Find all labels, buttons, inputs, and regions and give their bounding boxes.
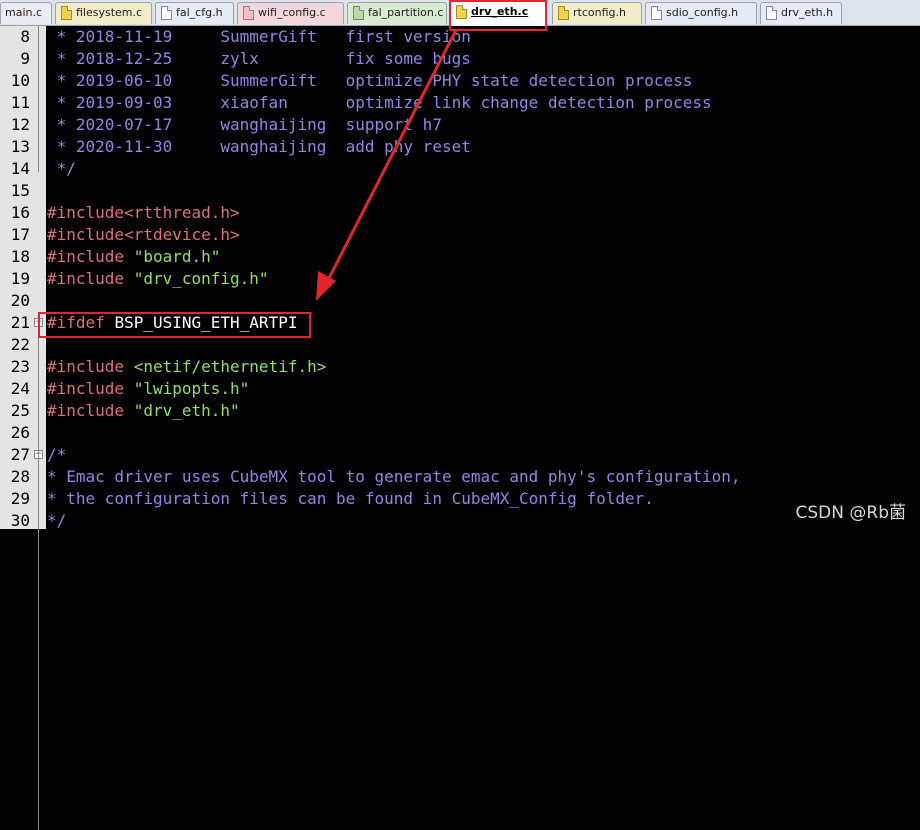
line-number: 21 xyxy=(10,313,30,332)
code-token: #include xyxy=(47,401,134,420)
tab-rtconfig-h[interactable]: rtconfig.h xyxy=(552,2,642,24)
code-line: * 2019-09-03 xiaofan optimize link chang… xyxy=(47,92,712,114)
code-token: #include xyxy=(47,357,134,376)
file-icon xyxy=(558,6,569,20)
code-line: #include "board.h" xyxy=(47,246,220,268)
tab-drv-eth-h[interactable]: drv_eth.h xyxy=(760,2,842,24)
line-number: 26 xyxy=(10,423,30,442)
code-token: "lwipopts.h" xyxy=(133,379,250,398)
line-number: 22 xyxy=(10,335,30,354)
code-token: #include xyxy=(47,247,134,266)
code-token: BSP_USING_ETH_ARTPI xyxy=(114,313,298,332)
code-token: "drv_eth.h" xyxy=(133,401,240,420)
code-line: #ifdef BSP_USING_ETH_ARTPI xyxy=(47,312,297,334)
tab-fal-cfg-h[interactable]: fal_cfg.h xyxy=(155,2,234,24)
file-icon xyxy=(161,6,172,20)
code-token: * 2019-06-10 SummerGift optimize PHY sta… xyxy=(47,71,693,90)
code-line: * 2020-11-30 wanghaijing add phy reset xyxy=(47,136,471,158)
line-number: 17 xyxy=(10,225,30,244)
tab-label: filesystem.c xyxy=(76,6,143,19)
file-icon xyxy=(456,5,467,19)
line-number: 13 xyxy=(10,137,30,156)
code-token: * the configuration files can be found i… xyxy=(47,489,654,508)
code-line: #include "drv_eth.h" xyxy=(47,400,240,422)
tab-sdio-config-h[interactable]: sdio_config.h xyxy=(645,2,757,24)
code-token: */ xyxy=(47,511,67,530)
tab-filesystem-c[interactable]: filesystem.c xyxy=(55,2,152,24)
code-token: "board.h" xyxy=(133,247,221,266)
code-line: * the configuration files can be found i… xyxy=(47,488,654,510)
file-icon xyxy=(353,6,364,20)
code-token: * Emac driver uses CubeMX tool to genera… xyxy=(47,467,741,486)
tab-label: fal_partition.c xyxy=(368,6,444,19)
code-token: #include<rtdevice.h> xyxy=(47,225,240,244)
line-number-gutter: 8 9 10 11 12 13 14 15 16 17 18 19 20 21 22 23 24 25 26 27 28… xyxy=(0,26,46,830)
line-number: 12 xyxy=(10,115,30,134)
code-line: */ xyxy=(47,158,76,180)
file-icon xyxy=(651,6,662,20)
line-number: 10 xyxy=(10,71,30,90)
code-line: #include<rtdevice.h> xyxy=(47,224,240,246)
code-token: * 2020-07-17 wanghaijing support h7 xyxy=(47,115,442,134)
line-number: 27 xyxy=(10,445,30,464)
line-number: 11 xyxy=(10,93,30,112)
code-line: #include<rtthread.h> xyxy=(47,202,240,224)
tab-label: fal_cfg.h xyxy=(176,6,223,19)
line-number: 19 xyxy=(10,269,30,288)
line-number: 24 xyxy=(10,379,30,398)
code-token: * 2018-11-19 SummerGift first version xyxy=(47,27,471,46)
line-number: 23 xyxy=(10,357,30,376)
line-number: 18 xyxy=(10,247,30,266)
code-line: * 2019-06-10 SummerGift optimize PHY sta… xyxy=(47,70,693,92)
line-number: 28 xyxy=(10,467,30,486)
code-token: * 2020-11-30 wanghaijing add phy reset xyxy=(47,137,471,156)
code-token: "drv_config.h" xyxy=(133,269,269,288)
tab-label: rtconfig.h xyxy=(573,6,626,19)
code-token: * 2019-09-03 xiaofan optimize link chang… xyxy=(47,93,712,112)
code-token: */ xyxy=(47,159,76,178)
line-number: 9 xyxy=(20,49,30,68)
tab-label: main.c xyxy=(5,6,43,19)
tab-label: drv_eth.h xyxy=(781,6,834,19)
line-number: 29 xyxy=(10,489,30,508)
code-line: * 2020-07-17 wanghaijing support h7 xyxy=(47,114,442,136)
code-token: #include xyxy=(47,269,134,288)
editor-tab-bar: main.c filesystem.c fal_cfg.h wifi_config.c… xyxy=(0,0,920,26)
code-token: <netif/ethernetif.h> xyxy=(133,357,327,376)
line-number: 25 xyxy=(10,401,30,420)
code-token: #include<rtthread.h> xyxy=(47,203,240,222)
file-icon xyxy=(61,6,72,20)
code-editor[interactable]: * 2018-11-19 SummerGift first version * … xyxy=(47,26,920,530)
tab-wifi-config-c[interactable]: wifi_config.c xyxy=(237,2,344,24)
code-token: #include xyxy=(47,379,134,398)
code-line: #include "drv_config.h" xyxy=(47,268,269,290)
tab-label: wifi_config.c xyxy=(258,6,326,19)
watermark: CSDN @Rb菌 xyxy=(795,503,906,523)
code-line: * Emac driver uses CubeMX tool to genera… xyxy=(47,466,741,488)
line-number: 20 xyxy=(10,291,30,310)
code-line: #include "lwipopts.h" xyxy=(47,378,249,400)
code-line: /* xyxy=(47,444,66,466)
code-token: * 2018-12-25 zylx fix some bugs xyxy=(47,49,471,68)
fold-guide-line xyxy=(38,327,39,830)
file-icon xyxy=(766,6,777,20)
code-line: #include <netif/ethernetif.h> xyxy=(47,356,326,378)
file-icon xyxy=(243,6,254,20)
fold-guide-line xyxy=(38,26,39,172)
tab-label: sdio_config.h xyxy=(666,6,739,19)
code-line: * 2018-12-25 zylx fix some bugs xyxy=(47,48,471,70)
code-line: * 2018-11-19 SummerGift first version xyxy=(47,26,471,48)
tab-drv-eth-c[interactable]: drv_eth.c xyxy=(450,1,547,26)
line-number: 16 xyxy=(10,203,30,222)
fold-minus-icon[interactable]: − xyxy=(34,318,43,327)
code-token: /* xyxy=(47,445,67,464)
code-token: #ifdef xyxy=(47,313,115,332)
line-number: 15 xyxy=(10,181,30,200)
tab-main-c[interactable]: main.c xyxy=(0,2,52,24)
line-number: 8 xyxy=(20,27,30,46)
tab-fal-partition-c[interactable]: fal_partition.c xyxy=(347,2,447,24)
tab-label: drv_eth.c xyxy=(471,5,529,18)
line-number: 14 xyxy=(10,159,30,178)
